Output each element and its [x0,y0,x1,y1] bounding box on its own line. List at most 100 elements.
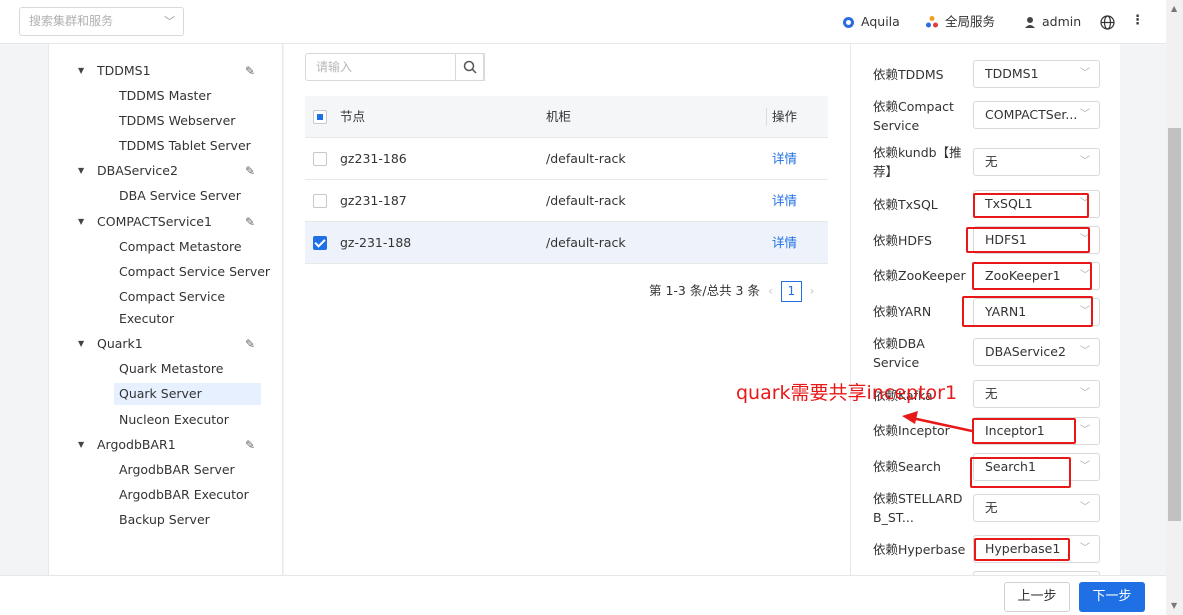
tree-item-quark-server[interactable]: Quark Server [114,383,261,405]
page-scrollbar[interactable]: ▲ ▼ [1166,0,1183,615]
caret-down-icon[interactable]: ▼ [78,333,84,355]
tree-item-label: Compact Metastore [119,239,242,254]
details-link[interactable]: 详情 [772,180,797,222]
dep-select-kafka[interactable]: 无 ﹀ [973,380,1100,408]
rack-name: /default-rack [546,235,626,250]
caret-down-icon[interactable]: ▼ [78,60,84,82]
table-row[interactable]: gz231-186 /default-rack 详情 [305,138,828,180]
dep-select-tddms[interactable]: TDDMS1 ﹀ [973,60,1100,88]
cluster-search-select[interactable]: 搜索集群和服务 ﹀ [19,7,184,36]
tree-item-quark-metastore[interactable]: Quark Metastore [49,358,283,380]
select-all-checkbox[interactable] [313,110,327,124]
user-aquila-menu[interactable]: Aquila [842,12,900,32]
dep-value: DBAService2 [985,344,1066,359]
tree-item-label: TDDMS Tablet Server [119,138,251,153]
tree-item-label: Nucleon Executor [119,412,229,427]
edit-icon[interactable]: ✎ [245,333,255,355]
chevron-right-icon[interactable]: › [810,280,815,302]
row-checkbox[interactable] [313,152,327,166]
cluster-search-placeholder: 搜索集群和服务 [29,14,114,28]
tree-group-argodbbar1[interactable]: ▼ ArgodbBAR1 ✎ [49,434,283,456]
scroll-down-icon[interactable]: ▼ [1171,601,1177,610]
tree-item-compact-service-executor[interactable]: Compact Service [49,286,283,308]
tree-group-quark1[interactable]: ▼ Quark1 ✎ [49,333,283,355]
prev-step-button[interactable]: 上一步 [1004,582,1070,612]
node-panel: 请输入 节点 机柜 操作 gz231-186 /default-rack 详情 … [284,44,850,575]
dep-select-compact[interactable]: COMPACTSer... ﹀ [973,101,1100,129]
tree-item-label: TDDMS Webserver [119,113,236,128]
dep-value: COMPACTSer... [985,107,1078,122]
more-menu-icon[interactable]: ⋮ [1131,10,1144,34]
top-bar: 搜索集群和服务 ﹀ Aquila 全局服务 admin ⋮ [0,0,1166,44]
chevron-down-icon: ﹀ [1080,68,1090,79]
global-service-icon [926,16,938,28]
tree-item-tddms-master[interactable]: TDDMS Master [49,85,283,107]
tree-item-label: TDDMS Master [119,88,212,103]
global-service-menu[interactable]: 全局服务 [925,12,995,32]
tree-item-label: ArgodbBAR Server [119,462,235,477]
language-button[interactable] [1100,12,1115,32]
details-link[interactable]: 详情 [772,138,797,180]
edit-icon[interactable]: ✎ [245,434,255,456]
pager-summary: 第 1-3 条/总共 3 条 [649,283,760,298]
tree-item-label: Quark Server [119,386,202,401]
row-checkbox[interactable] [313,236,327,250]
tree-item-label: Compact Service Server [119,264,271,279]
tree-item-label: ArgodbBAR Executor [119,487,249,502]
caret-down-icon[interactable]: ▼ [78,434,84,456]
tree-group-label: TDDMS1 [97,63,151,78]
dep-label-compact: 依赖Compact Service [873,99,954,133]
tree-group-label: COMPACTService1 [97,214,212,229]
tree-item-backup-server[interactable]: Backup Server [49,509,283,531]
tree-item-dba-service-server[interactable]: DBA Service Server [49,185,283,207]
annotation-box-yarn [962,296,1093,327]
node-name: gz231-186 [340,151,407,166]
tree-item-tddms-tablet-server[interactable]: TDDMS Tablet Server [49,135,283,157]
edit-icon[interactable]: ✎ [245,160,255,182]
node-search-button[interactable] [455,53,484,81]
annotation-arrow-icon [902,411,973,433]
tree-group-dbaservice2[interactable]: ▼ DBAService2 ✎ [49,160,283,182]
table-row[interactable]: gz231-187 /default-rack 详情 [305,180,828,222]
tree-item-tddms-webserver[interactable]: TDDMS Webserver [49,110,283,132]
admin-menu[interactable]: admin [1024,12,1081,32]
caret-down-icon[interactable]: ▼ [78,211,84,233]
table-row[interactable]: gz-231-188 /default-rack 详情 [305,222,828,264]
dep-select-stellardb[interactable]: 无 ﹀ [973,494,1100,522]
tree-item-compact-service-server[interactable]: Compact Service Server [49,261,283,283]
annotation-box-zookeeper [972,262,1092,290]
tree-item-compact-service-executor-line2[interactable]: Executor [49,308,283,330]
dep-label-yarn: 依赖YARN [873,304,932,319]
edit-icon[interactable]: ✎ [245,60,255,82]
page-button-1[interactable]: 1 [780,280,802,302]
dep-label-search: 依赖Search [873,459,941,474]
tree-group-tddms1[interactable]: ▼ TDDMS1 ✎ [49,60,283,82]
tree-item-compact-metastore[interactable]: Compact Metastore [49,236,283,258]
chevron-left-icon[interactable]: ‹ [768,280,773,302]
details-link[interactable]: 详情 [772,222,797,264]
next-step-button[interactable]: 下一步 [1079,582,1145,612]
tree-item-label: DBA Service Server [119,188,241,203]
scroll-up-icon[interactable]: ▲ [1171,4,1177,13]
tree-item-nucleon-executor[interactable]: Nucleon Executor [49,409,283,431]
tree-item-argodbbar-executor[interactable]: ArgodbBAR Executor [49,484,283,506]
dep-select-dba[interactable]: DBAService2 ﹀ [973,338,1100,366]
column-divider [766,108,767,126]
dep-label-hdfs: 依赖HDFS [873,233,932,248]
row-checkbox[interactable] [313,194,327,208]
tree-item-label: Backup Server [119,512,210,527]
dep-label-zookeeper: 依赖ZooKeeper [873,268,966,283]
tree-group-compactservice1[interactable]: ▼ COMPACTService1 ✎ [49,211,283,233]
dep-label-hyperbase: 依赖Hyperbase [873,542,966,557]
annotation-box-txsql [973,193,1089,218]
user-icon [1025,16,1035,28]
caret-down-icon[interactable]: ▼ [78,160,84,182]
edit-icon[interactable]: ✎ [245,211,255,233]
dep-select-kundb[interactable]: 无 ﹀ [973,148,1100,176]
col-node-header: 节点 [340,109,366,124]
service-tree: ▼ TDDMS1 ✎ TDDMS Master TDDMS Webserver … [48,44,283,575]
tree-item-argodbbar-server[interactable]: ArgodbBAR Server [49,459,283,481]
scrollbar-thumb[interactable] [1168,128,1181,521]
annotation-text: quark需要共享inceptor1 [736,382,958,404]
tree-group-label: DBAService2 [97,163,178,178]
